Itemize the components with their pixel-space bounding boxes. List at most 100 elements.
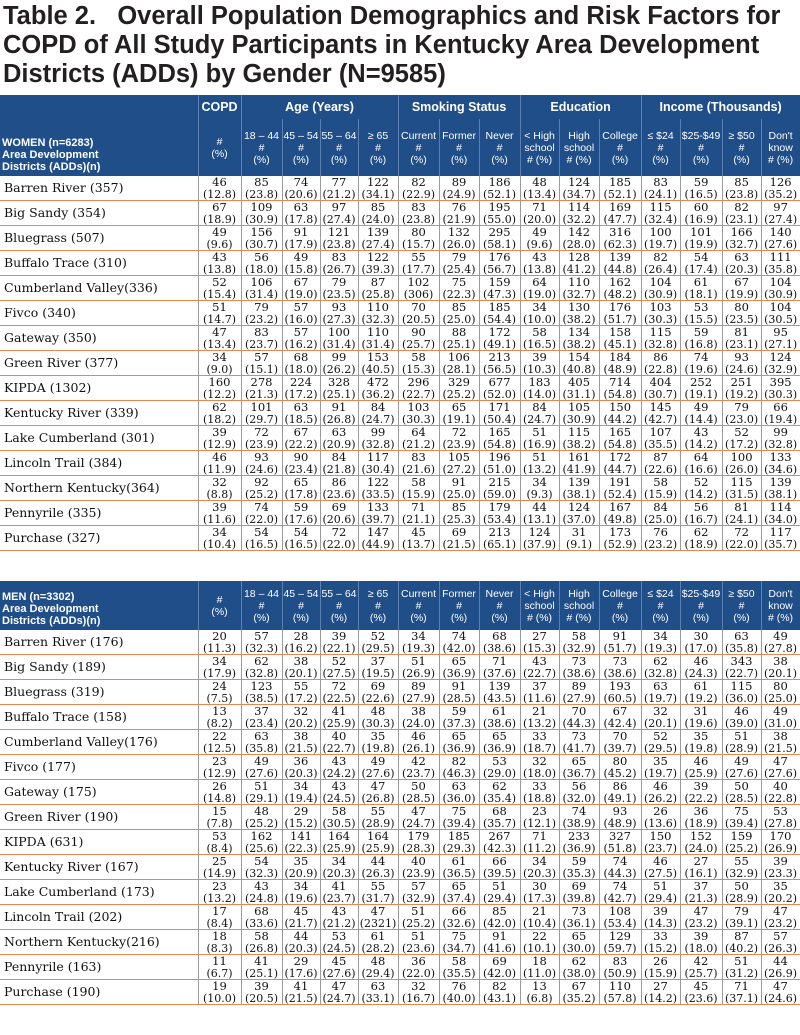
data-cell: 67 (35.2): [559, 979, 600, 1005]
percent-value: (32.8): [643, 666, 678, 680]
data-cell: 147 (44.9): [358, 525, 399, 551]
data-cell: 39 (10.3): [520, 350, 560, 376]
count-value: 47: [370, 779, 386, 793]
percent-value: (8.4): [206, 841, 233, 855]
count-value: 35: [773, 879, 788, 893]
data-cell: 105 (27.2): [439, 450, 480, 476]
count-value: 62: [571, 954, 587, 968]
data-cell: 117 (30.4): [358, 450, 399, 476]
data-cell: 63 (35.8): [241, 729, 283, 755]
data-cell: 79 (23.0): [722, 400, 762, 426]
percent-value: (24.7): [361, 412, 395, 426]
data-cell: 93 (27.3): [320, 300, 359, 326]
data-cell: 60 (16.9): [680, 200, 723, 226]
count-value: 59: [693, 325, 709, 339]
data-cell: 122 (39.3): [358, 250, 399, 276]
count-value: 46: [212, 176, 227, 189]
percent-value: (24.0): [401, 716, 436, 730]
percent-value: (46.3): [442, 766, 476, 780]
count-value: 38: [293, 654, 309, 668]
count-value: 57: [254, 630, 269, 643]
percent-value: (6.7): [206, 966, 233, 980]
data-cell: 91 (26.8): [320, 400, 359, 426]
count-value: 133: [769, 450, 792, 464]
data-cell: 34 (19.6): [282, 879, 321, 905]
percent-value: (18.0): [244, 262, 279, 276]
data-cell: 156 (30.7): [241, 225, 283, 251]
data-cell: 53 (27.8): [761, 804, 800, 830]
percent-value: (17.6): [284, 512, 318, 526]
data-cell: 81 (23.1): [722, 325, 762, 351]
count-value: 67: [212, 200, 227, 214]
data-cell: 53 (24.5): [320, 929, 359, 955]
percent-value: (54.8): [603, 387, 637, 401]
percent-value: (62.3): [603, 237, 637, 251]
percent-value: (23.9): [401, 866, 436, 880]
count-value: 133: [367, 500, 389, 514]
data-cell: 173 (52.9): [599, 525, 642, 551]
count-value: 71: [492, 654, 507, 668]
data-cell: 139 (38.1): [559, 475, 600, 501]
count-value: 84: [331, 450, 347, 464]
data-cell: 316 (62.3): [599, 225, 642, 251]
data-cell: 47 (24.6): [761, 979, 800, 1005]
data-cell: 46 (39.0): [722, 704, 762, 730]
data-cell: 26 (13.6): [641, 804, 681, 830]
count-value: 30: [693, 630, 709, 643]
data-cell: 129 (59.7): [599, 929, 642, 955]
percent-value: (25.2): [244, 816, 279, 830]
data-cell: 50 (28.9): [722, 879, 762, 905]
percent-value: (20.2): [284, 716, 318, 730]
count-value: 48: [370, 954, 386, 968]
percent-value: (20.3): [522, 866, 557, 880]
count-value: 140: [769, 225, 792, 239]
data-cell: 52 (29.5): [358, 630, 399, 655]
count-value: 76: [451, 979, 467, 993]
data-cell: 49 (27.6): [722, 754, 762, 780]
data-cell: 89 (24.9): [439, 176, 480, 201]
percent-value: (38.9): [562, 816, 596, 830]
data-cell: 43 (13.8): [520, 250, 560, 276]
count-value: 74: [693, 350, 709, 364]
women-rows: Barren River (357) 46 (12.8) 85 (23.8) 74 (20.…: [0, 176, 800, 551]
count-value: 91: [492, 929, 507, 943]
data-cell: 73 (38.6): [559, 654, 600, 680]
data-cell: 43 (14.2): [680, 425, 723, 451]
count-value: 162: [250, 829, 273, 843]
percent-value: (23.2): [244, 312, 279, 326]
count-value: 24: [212, 679, 227, 693]
percent-value: (22.5): [322, 691, 356, 705]
percent-value: (8.2): [206, 716, 233, 730]
count-value: 295: [488, 225, 511, 239]
data-cell: 114 (34.0): [761, 500, 800, 526]
count-value: 31: [693, 704, 709, 718]
count-value: 54: [254, 525, 269, 539]
column-header: High school # (%): [559, 119, 600, 176]
data-cell: 196 (51.0): [479, 450, 521, 476]
count-value: 75: [451, 929, 467, 943]
count-value: 18: [532, 954, 547, 968]
percent-value: (15.5): [684, 312, 718, 326]
data-cell: 67 (42.4): [599, 704, 642, 730]
count-value: 39: [693, 779, 709, 793]
count-value: 80: [612, 754, 628, 768]
data-cell: 183 (14.0): [520, 375, 560, 401]
percent-value: (37.0): [562, 512, 596, 526]
data-cell: 172 (44.7): [599, 450, 642, 476]
data-cell: 42 (25.7): [680, 954, 723, 980]
count-value: 316: [609, 225, 632, 239]
data-cell: 233 (36.9): [559, 829, 600, 855]
data-cell: 65 (19.1): [439, 400, 480, 426]
count-value: 61: [693, 275, 709, 289]
percent-value: (23.6): [684, 991, 718, 1005]
data-cell: 169 (47.7): [599, 200, 642, 226]
count-value: 105: [448, 450, 470, 464]
percent-value: (25.8): [361, 287, 395, 301]
data-cell: 115 (32.8): [641, 325, 681, 351]
data-cell: 38 (21.5): [761, 729, 800, 755]
percent-value: (13.2): [202, 891, 237, 905]
percent-value: (7.5): [206, 691, 233, 705]
count-value: 161: [568, 450, 591, 464]
percent-value: (23.1): [725, 337, 759, 351]
count-value: 103: [649, 300, 672, 314]
